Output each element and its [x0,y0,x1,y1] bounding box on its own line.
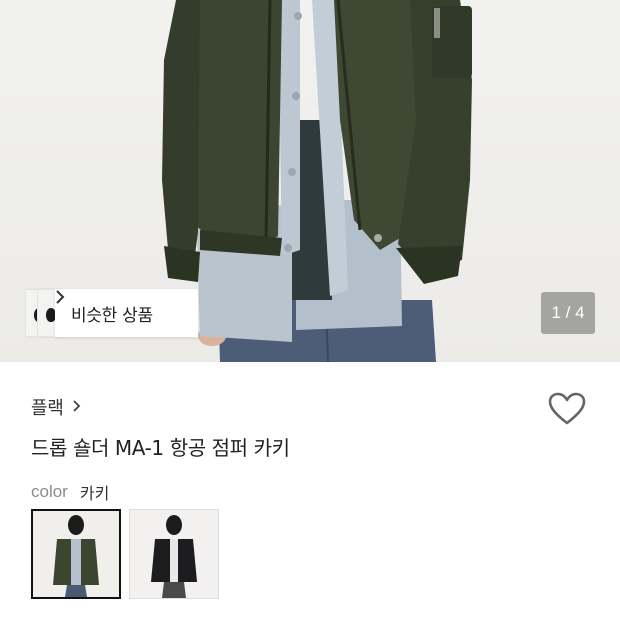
color-swatch-khaki[interactable] [31,509,121,599]
similar-products-label: 비슷한 상품 [71,305,153,326]
brand-name: 플랙 [31,398,64,419]
color-selection-label: color 카키 [31,480,109,504]
similar-products-button[interactable]: 비슷한 상품 [25,289,198,337]
wishlist-button[interactable] [548,392,586,430]
chevron-right-icon [72,398,81,417]
product-image-carousel[interactable]: 비슷한 상품 1 / 4 [0,0,620,362]
color-swatch-black[interactable] [129,509,219,599]
swatch-khaki-image [33,511,119,597]
image-page-indicator: 1 / 4 [541,292,595,334]
brand-link[interactable]: 플랙 [31,394,81,420]
swatch-black-image [130,510,218,598]
color-key: color [31,482,68,501]
heart-icon [548,392,586,430]
selected-color-value: 카키 [79,484,110,503]
product-title: 드롭 숄더 MA-1 항공 점퍼 카키 [31,436,290,460]
